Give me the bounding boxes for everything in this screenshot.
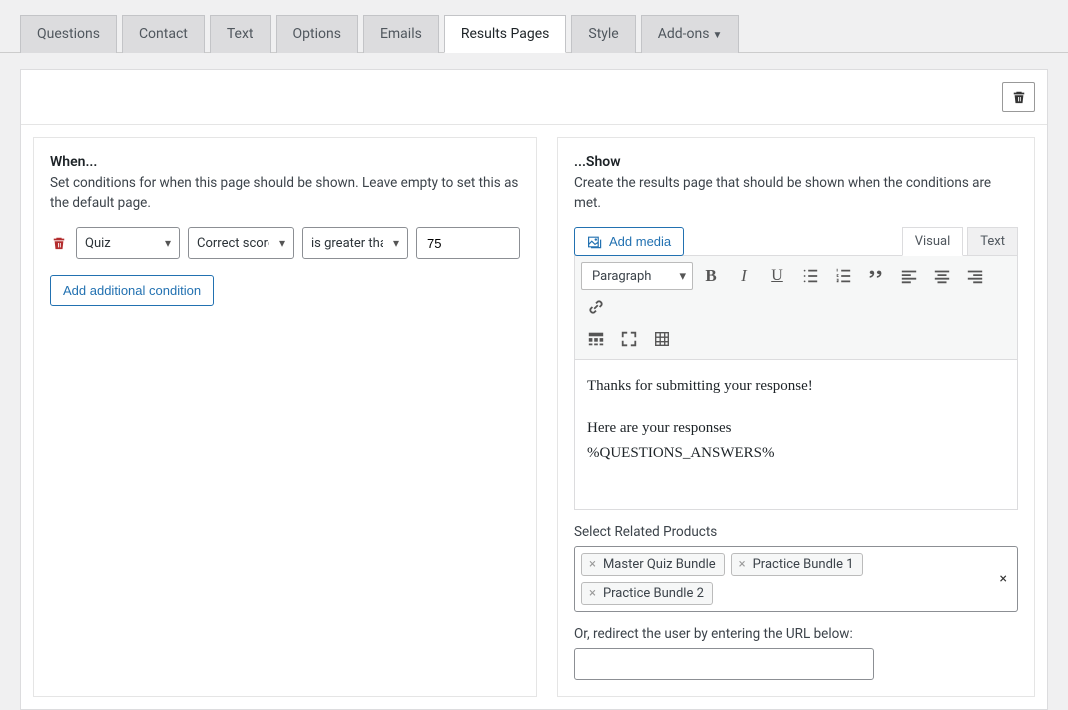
condition-metric-select[interactable]: Correct score [188, 227, 294, 259]
media-icon [587, 235, 603, 249]
related-products-label: Select Related Products [574, 524, 1018, 540]
editor-paragraph: Thanks for submitting your response! [587, 374, 1005, 400]
delete-page-button[interactable] [1002, 82, 1035, 112]
show-desc: Create the results page that should be s… [574, 174, 1018, 213]
editor-tab-visual[interactable]: Visual [902, 227, 964, 256]
trash-icon [52, 236, 66, 250]
trash-icon [1012, 89, 1026, 105]
align-left-icon [900, 267, 918, 285]
align-right-icon [966, 267, 984, 285]
editor-paragraph: Here are your responses%QUESTIONS_ANSWER… [587, 416, 1005, 467]
bold-button[interactable]: B [696, 262, 726, 290]
align-center-button[interactable] [927, 262, 957, 290]
remove-chip-button[interactable]: × [736, 557, 749, 572]
tab-contact[interactable]: Contact [122, 15, 205, 53]
related-products-input[interactable]: × Master Quiz Bundle × Practice Bundle 1… [574, 546, 1018, 612]
show-panel: ...Show Create the results page that sho… [557, 137, 1035, 697]
product-chip: × Practice Bundle 2 [581, 582, 713, 605]
quote-icon [867, 267, 885, 285]
clear-all-button[interactable]: × [1000, 571, 1007, 587]
tab-results-pages[interactable]: Results Pages [444, 15, 567, 53]
bullet-list-button[interactable] [795, 262, 825, 290]
tab-options[interactable]: Options [276, 15, 358, 53]
tab-style[interactable]: Style [571, 15, 635, 53]
fullscreen-icon [620, 330, 638, 348]
tab-emails[interactable]: Emails [363, 15, 439, 53]
tab-questions[interactable]: Questions [20, 15, 117, 53]
editor-mode-tabs: Visual Text [902, 227, 1018, 256]
when-title: When... [50, 154, 520, 170]
when-desc: Set conditions for when this page should… [50, 174, 520, 213]
underline-button[interactable]: U [762, 262, 792, 290]
fullscreen-button[interactable] [614, 325, 644, 353]
format-select[interactable]: Paragraph [581, 262, 693, 290]
table-icon [653, 330, 671, 348]
condition-row: Quiz Correct score is greater than [50, 227, 520, 259]
toolbar-toggle-button[interactable] [581, 325, 611, 353]
delete-condition-button[interactable] [50, 236, 68, 250]
product-chip: × Master Quiz Bundle [581, 553, 725, 576]
redirect-label: Or, redirect the user by entering the UR… [574, 626, 1018, 642]
italic-button[interactable]: I [729, 262, 759, 290]
condition-value-input[interactable] [416, 227, 520, 259]
editor-content[interactable]: Thanks for submitting your response! Her… [574, 360, 1018, 510]
show-title: ...Show [574, 154, 1018, 170]
align-center-icon [933, 267, 951, 285]
main-tabs: Questions Contact Text Options Emails Re… [0, 0, 1068, 53]
remove-chip-button[interactable]: × [586, 557, 599, 572]
card-header [21, 70, 1047, 125]
blockquote-button[interactable] [861, 262, 891, 290]
numbered-list-button[interactable] [828, 262, 858, 290]
align-right-button[interactable] [960, 262, 990, 290]
chevron-down-icon: ▼ [712, 30, 722, 41]
link-button[interactable] [581, 293, 611, 321]
condition-subject-select[interactable]: Quiz [76, 227, 180, 259]
editor-tab-text[interactable]: Text [967, 227, 1018, 256]
tab-addons[interactable]: Add-ons▼ [641, 15, 740, 53]
table-button[interactable] [647, 325, 677, 353]
numbered-list-icon [834, 267, 852, 285]
add-media-button[interactable]: Add media [574, 227, 684, 256]
results-page-card: When... Set conditions for when this pag… [20, 69, 1048, 710]
editor-toolbar: Paragraph B I U [574, 255, 1018, 360]
remove-chip-button[interactable]: × [586, 586, 599, 601]
align-left-button[interactable] [894, 262, 924, 290]
kitchen-sink-icon [587, 330, 605, 348]
add-condition-button[interactable]: Add additional condition [50, 275, 214, 306]
redirect-url-input[interactable] [574, 648, 874, 680]
when-panel: When... Set conditions for when this pag… [33, 137, 537, 697]
condition-operator-select[interactable]: is greater than [302, 227, 408, 259]
product-chip: × Practice Bundle 1 [731, 553, 863, 576]
tab-text[interactable]: Text [210, 15, 271, 53]
link-icon [587, 298, 605, 316]
bullet-list-icon [801, 267, 819, 285]
